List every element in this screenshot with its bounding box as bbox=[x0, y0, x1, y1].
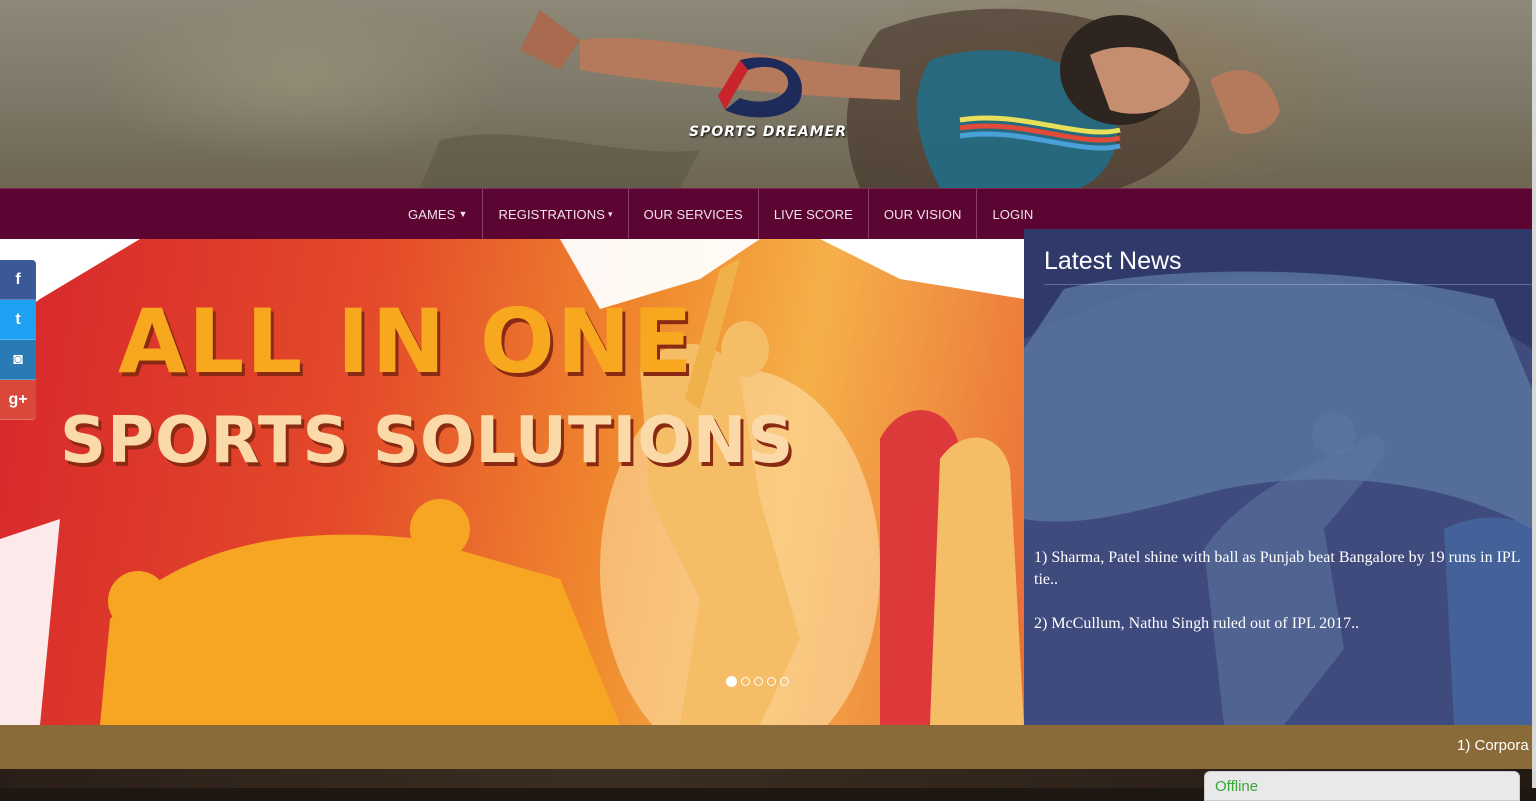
social-sidebar: f t ◙ g+ bbox=[0, 260, 36, 420]
news-item[interactable]: 2) McCullum, Nathu Singh ruled out of IP… bbox=[1034, 613, 1524, 635]
caret-down-icon: ▾ bbox=[608, 208, 613, 219]
nav-item-our-vision[interactable]: OUR VISION bbox=[869, 189, 978, 239]
nav-item-label: LIVE SCORE bbox=[773, 206, 853, 222]
news-list: 1) Sharma, Patel shine with ball as Punj… bbox=[1034, 547, 1524, 657]
banner-artwork bbox=[420, 8, 1280, 188]
news-item[interactable]: 1) Sharma, Patel shine with ball as Punj… bbox=[1034, 547, 1524, 591]
header-banner: SPORTS DREAMER bbox=[0, 0, 1532, 188]
news-heading: Latest News bbox=[1044, 247, 1532, 285]
logo-text[interactable]: SPORTS DREAMER bbox=[688, 124, 848, 140]
news-ticker: 1) Corpora bbox=[0, 725, 1532, 769]
chevron-down-icon: ▼ bbox=[458, 209, 468, 219]
slide-dot-3[interactable] bbox=[754, 677, 763, 686]
chat-status: Offline bbox=[1215, 778, 1259, 795]
page-scrollbar[interactable] bbox=[1532, 0, 1536, 788]
hero-slider[interactable]: ALL IN ONE SPORTS SOLUTIONS bbox=[0, 239, 1024, 725]
chat-widget[interactable]: Offline bbox=[1204, 771, 1520, 801]
slider-pagination bbox=[726, 676, 789, 687]
hero-subheadline: SPORTS SOLUTIONS bbox=[60, 404, 795, 478]
nav-item-label: LOGIN bbox=[992, 206, 1034, 222]
nav-item-games[interactable]: GAMES ▼ bbox=[393, 189, 484, 239]
twitter-icon[interactable]: t bbox=[0, 300, 36, 340]
nav-menu: GAMES ▼ REGISTRATIONS ▾ OUR SERVICES LIV… bbox=[393, 189, 1048, 239]
nav-item-label: GAMES bbox=[408, 206, 456, 222]
nav-item-registrations[interactable]: REGISTRATIONS ▾ bbox=[483, 189, 629, 239]
nav-item-label: OUR SERVICES bbox=[643, 206, 743, 222]
ticker-text[interactable]: 1) Corpora bbox=[1457, 737, 1529, 754]
google-plus-icon[interactable]: g+ bbox=[0, 380, 36, 420]
nav-item-label: REGISTRATIONS bbox=[498, 206, 605, 222]
slide-dot-5[interactable] bbox=[780, 677, 789, 686]
nav-item-label: OUR VISION bbox=[883, 206, 962, 222]
nav-item-our-services[interactable]: OUR SERVICES bbox=[629, 189, 759, 239]
instagram-icon[interactable]: ◙ bbox=[0, 340, 36, 380]
slide-dot-2[interactable] bbox=[741, 677, 750, 686]
slide-dot-1[interactable] bbox=[726, 676, 737, 687]
nav-item-live-score[interactable]: LIVE SCORE bbox=[759, 189, 869, 239]
latest-news-panel: Latest News 1) Sharma, Patel shine with … bbox=[1024, 229, 1532, 725]
hero-headline: ALL IN ONE bbox=[118, 290, 695, 393]
facebook-icon[interactable]: f bbox=[0, 260, 36, 300]
slide-dot-4[interactable] bbox=[767, 677, 776, 686]
